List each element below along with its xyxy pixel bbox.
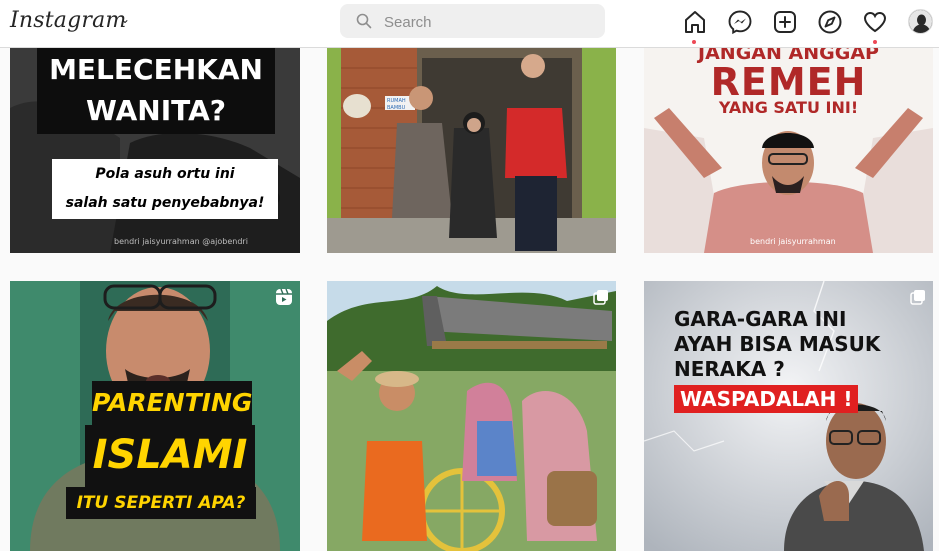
post-1-credit: bendri jaisyurrahman @ajobendri xyxy=(114,237,248,246)
post-2-sign-1: RUMAH xyxy=(387,98,406,104)
post-1-headline-1: MELECEHKAN xyxy=(37,48,275,91)
messenger-icon[interactable] xyxy=(727,9,753,35)
post-4-headline-2: ISLAMI xyxy=(85,425,255,487)
post-2-photo: RUMAH BAMBU xyxy=(327,48,616,253)
post-1-headline-2: WANITA? xyxy=(37,91,275,134)
new-post-icon[interactable] xyxy=(772,9,798,35)
instagram-logo[interactable]: Instagram xyxy=(10,8,126,33)
carousel-icon xyxy=(910,290,925,305)
post-6-headline-3: NERAKA ? xyxy=(674,357,785,381)
search-icon xyxy=(356,13,372,29)
activity-notification-dot xyxy=(873,40,877,44)
post-3-credit: bendri jaisyurrahman xyxy=(750,237,836,246)
profile-avatar[interactable] xyxy=(908,9,933,34)
post-thumbnail-5[interactable] xyxy=(327,281,616,551)
search-input[interactable] xyxy=(382,8,596,36)
post-2-sign-2: BAMBU xyxy=(387,105,406,111)
chevron-down-icon[interactable]: ⌄ xyxy=(120,12,130,26)
post-1-caption-1: Pola asuh ortu ini xyxy=(52,159,278,189)
post-3-headline-3: YANG SATU INI! xyxy=(718,98,859,117)
post-5-photo xyxy=(327,281,616,551)
post-thumbnail-3[interactable]: JANGAN ANGGAP REMEH YANG SATU INI! bendr… xyxy=(644,48,933,253)
post-6-headline-1: GARA-GARA INI xyxy=(674,307,847,331)
reel-icon xyxy=(276,288,292,305)
home-notification-dot xyxy=(692,40,696,44)
top-navigation-bar: Instagram ⌄ xyxy=(0,0,939,48)
post-4-headline-3: ITU SEPERTI APA? xyxy=(66,487,256,519)
post-thumbnail-2[interactable]: RUMAH BAMBU xyxy=(327,48,616,253)
post-4-headline-1: PARENTING xyxy=(92,381,252,425)
home-icon[interactable] xyxy=(682,9,708,35)
post-1-caption-2: salah satu penyebabnya! xyxy=(52,189,278,219)
explore-icon[interactable] xyxy=(817,9,843,35)
carousel-icon xyxy=(593,290,608,305)
search-box[interactable] xyxy=(340,4,605,38)
post-thumbnail-4[interactable]: PARENTING ISLAMI ITU SEPERTI APA? xyxy=(10,281,300,551)
post-6-headline-4: WASPADALAH ! xyxy=(674,385,859,413)
post-thumbnail-6[interactable]: GARA-GARA INI AYAH BISA MASUK NERAKA ? W… xyxy=(644,281,933,551)
activity-heart-icon[interactable] xyxy=(862,9,888,35)
post-thumbnail-1[interactable]: MELECEHKAN WANITA? Pola asuh ortu ini sa… xyxy=(10,48,300,253)
post-6-headline-2: AYAH BISA MASUK xyxy=(674,332,881,356)
